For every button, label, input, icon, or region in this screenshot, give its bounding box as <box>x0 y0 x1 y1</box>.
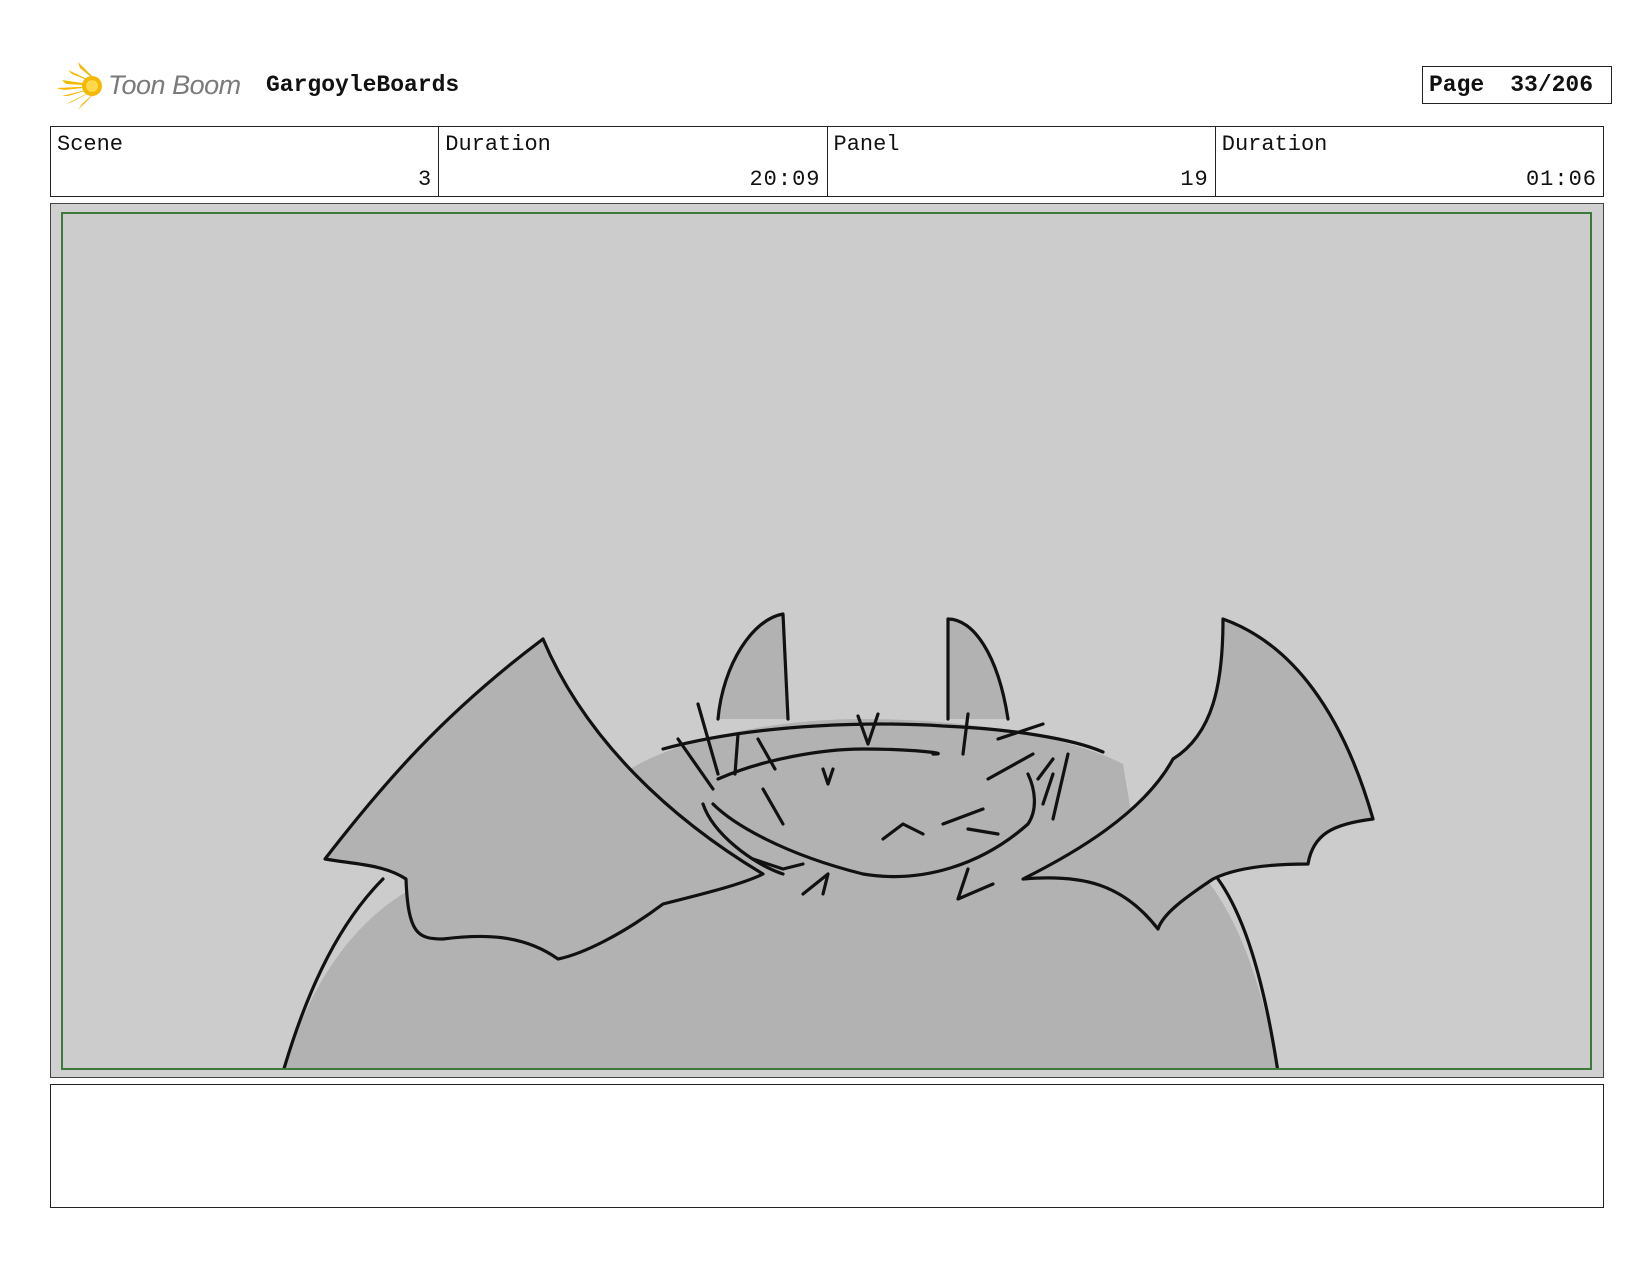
scene-duration-value: 20:09 <box>749 167 821 192</box>
panel-duration-cell: Duration 01:06 <box>1216 127 1603 196</box>
scene-value: 3 <box>418 167 433 192</box>
gargoyle-sketch <box>282 612 1375 1068</box>
storyboard-drawing-area <box>61 212 1592 1070</box>
scene-label: Scene <box>57 132 124 157</box>
panel-cell: Panel 19 <box>828 127 1216 196</box>
page-value: 33/206 <box>1510 72 1594 98</box>
scene-duration-label: Duration <box>445 132 551 157</box>
project-title: GargoyleBoards <box>266 72 460 98</box>
logo-text: Toon Boom <box>108 70 241 100</box>
scene-cell: Scene 3 <box>51 127 440 196</box>
page-indicator: Page 33/206 <box>1422 66 1612 104</box>
scene-duration-cell: Duration 20:09 <box>439 127 828 196</box>
storyboard-panel-frame <box>50 203 1604 1078</box>
header: Toon Boom GargoyleBoards Page 33/206 <box>52 58 1612 118</box>
page-label: Page <box>1429 72 1485 98</box>
panel-info-table: Scene 3 Duration 20:09 Panel 19 Duration… <box>50 126 1604 197</box>
toon-boom-logo: Toon Boom <box>52 58 252 114</box>
starburst-icon <box>56 62 102 110</box>
panel-notes-box <box>50 1084 1604 1208</box>
panel-duration-value: 01:06 <box>1525 167 1597 192</box>
panel-label: Panel <box>833 132 900 157</box>
panel-duration-label: Duration <box>1221 132 1328 157</box>
panel-value: 19 <box>1180 167 1209 192</box>
